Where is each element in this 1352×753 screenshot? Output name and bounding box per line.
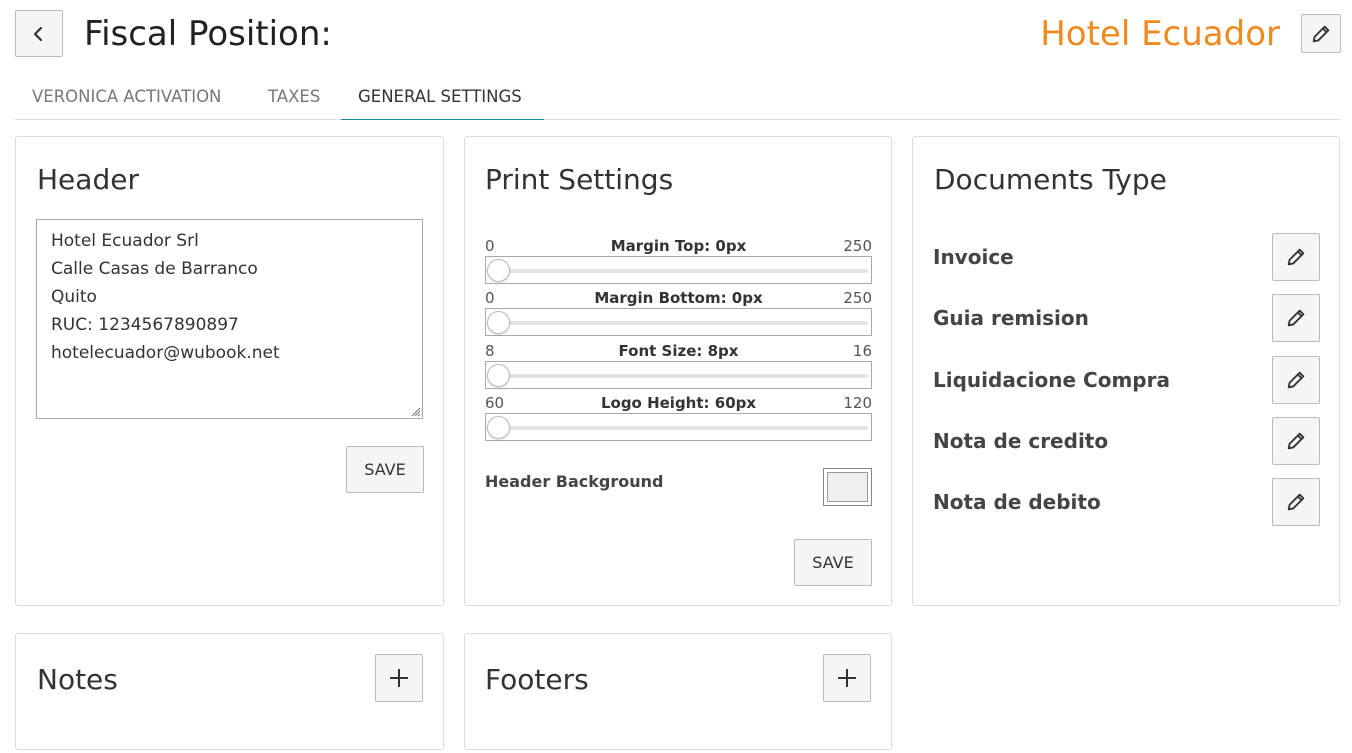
edit-hotel-button[interactable] bbox=[1301, 14, 1341, 53]
slider-handle[interactable] bbox=[487, 259, 510, 282]
header-card-title: Header bbox=[37, 163, 139, 196]
tab-veronica-activation[interactable]: VERONICA ACTIVATION bbox=[15, 74, 238, 120]
document-label: Invoice bbox=[933, 245, 1014, 269]
margin-bottom-slider[interactable] bbox=[485, 308, 872, 336]
logo-height-slider[interactable] bbox=[485, 413, 872, 441]
document-row-nota-de-credito: Nota de credito bbox=[933, 417, 1320, 465]
document-label: Nota de debito bbox=[933, 490, 1101, 514]
slider-min: 0 bbox=[485, 237, 495, 255]
print-settings-card: Print Settings Margin Top: 0px 0 250 Mar… bbox=[464, 136, 892, 606]
footers-card: Footers bbox=[464, 633, 892, 750]
slider-track bbox=[489, 269, 868, 273]
document-row-guia-remision: Guia remision bbox=[933, 294, 1320, 342]
back-button[interactable] bbox=[15, 10, 63, 57]
edit-guia-remision-button[interactable] bbox=[1272, 294, 1320, 342]
logo-height-slider-row: Logo Height: 60px 60 120 bbox=[485, 394, 872, 444]
pencil-icon bbox=[1287, 493, 1305, 511]
slider-label: Margin Top: 0px bbox=[610, 237, 747, 255]
slider-label: Margin Bottom: 0px bbox=[594, 289, 763, 307]
slider-track bbox=[489, 426, 868, 430]
slider-track bbox=[489, 374, 868, 378]
slider-max: 250 bbox=[843, 237, 872, 255]
slider-handle[interactable] bbox=[487, 416, 510, 439]
header-text-input[interactable] bbox=[36, 219, 423, 419]
slider-label: Font Size: 8px bbox=[618, 342, 739, 360]
edit-invoice-button[interactable] bbox=[1272, 233, 1320, 281]
document-row-liquidacione-compra: Liquidacione Compra bbox=[933, 356, 1320, 404]
slider-min: 8 bbox=[485, 342, 495, 360]
tab-general-settings[interactable]: GENERAL SETTINGS bbox=[341, 74, 544, 120]
print-settings-save-button[interactable]: SAVE bbox=[794, 539, 872, 586]
notes-title: Notes bbox=[37, 663, 118, 696]
pencil-icon bbox=[1287, 371, 1305, 389]
margin-top-slider-row: Margin Top: 0px 0 250 bbox=[485, 237, 872, 287]
slider-max: 250 bbox=[843, 289, 872, 307]
tab-taxes[interactable]: TAXES bbox=[251, 74, 337, 120]
edit-liquidacione-compra-button[interactable] bbox=[1272, 356, 1320, 404]
tab-bar: VERONICA ACTIVATION TAXES GENERAL SETTIN… bbox=[15, 74, 1340, 120]
plus-icon bbox=[838, 669, 856, 687]
edit-nota-de-debito-button[interactable] bbox=[1272, 478, 1320, 526]
notes-card: Notes bbox=[15, 633, 444, 750]
header-background-color-picker[interactable] bbox=[823, 468, 872, 506]
slider-min: 60 bbox=[485, 394, 505, 412]
pencil-icon bbox=[1287, 248, 1305, 266]
color-swatch bbox=[827, 472, 868, 502]
font-size-slider[interactable] bbox=[485, 361, 872, 389]
slider-max: 120 bbox=[843, 394, 872, 412]
slider-handle[interactable] bbox=[487, 364, 510, 387]
header-background-label: Header Background bbox=[485, 472, 664, 491]
margin-bottom-slider-row: Margin Bottom: 0px 0 250 bbox=[485, 289, 872, 339]
resize-grip-icon[interactable] bbox=[411, 407, 421, 417]
slider-handle[interactable] bbox=[487, 311, 510, 334]
pencil-icon bbox=[1287, 432, 1305, 450]
pencil-icon bbox=[1287, 309, 1305, 327]
pencil-icon bbox=[1312, 25, 1330, 42]
slider-track bbox=[489, 321, 868, 325]
slider-max: 16 bbox=[852, 342, 872, 360]
slider-label: Logo Height: 60px bbox=[600, 394, 757, 412]
document-row-nota-de-debito: Nota de debito bbox=[933, 478, 1320, 526]
add-footer-button[interactable] bbox=[823, 654, 871, 702]
header-card: Header SAVE bbox=[15, 136, 444, 606]
documents-type-title: Documents Type bbox=[934, 163, 1167, 196]
plus-icon bbox=[390, 669, 408, 687]
documents-type-card: Documents Type Invoice Guia remision Liq… bbox=[912, 136, 1340, 606]
chevron-left-icon bbox=[33, 26, 43, 41]
header-save-button[interactable]: SAVE bbox=[346, 446, 424, 493]
footers-title: Footers bbox=[485, 663, 589, 696]
slider-min: 0 bbox=[485, 289, 495, 307]
document-row-invoice: Invoice bbox=[933, 233, 1320, 281]
add-note-button[interactable] bbox=[375, 654, 423, 702]
document-label: Nota de credito bbox=[933, 429, 1109, 453]
document-label: Liquidacione Compra bbox=[933, 368, 1170, 392]
print-settings-title: Print Settings bbox=[485, 163, 674, 196]
margin-top-slider[interactable] bbox=[485, 256, 872, 284]
document-label: Guia remision bbox=[933, 306, 1089, 330]
page-title: Fiscal Position: bbox=[84, 14, 332, 54]
hotel-name: Hotel Ecuador bbox=[1040, 14, 1280, 54]
font-size-slider-row: Font Size: 8px 8 16 bbox=[485, 342, 872, 392]
edit-nota-de-credito-button[interactable] bbox=[1272, 417, 1320, 465]
